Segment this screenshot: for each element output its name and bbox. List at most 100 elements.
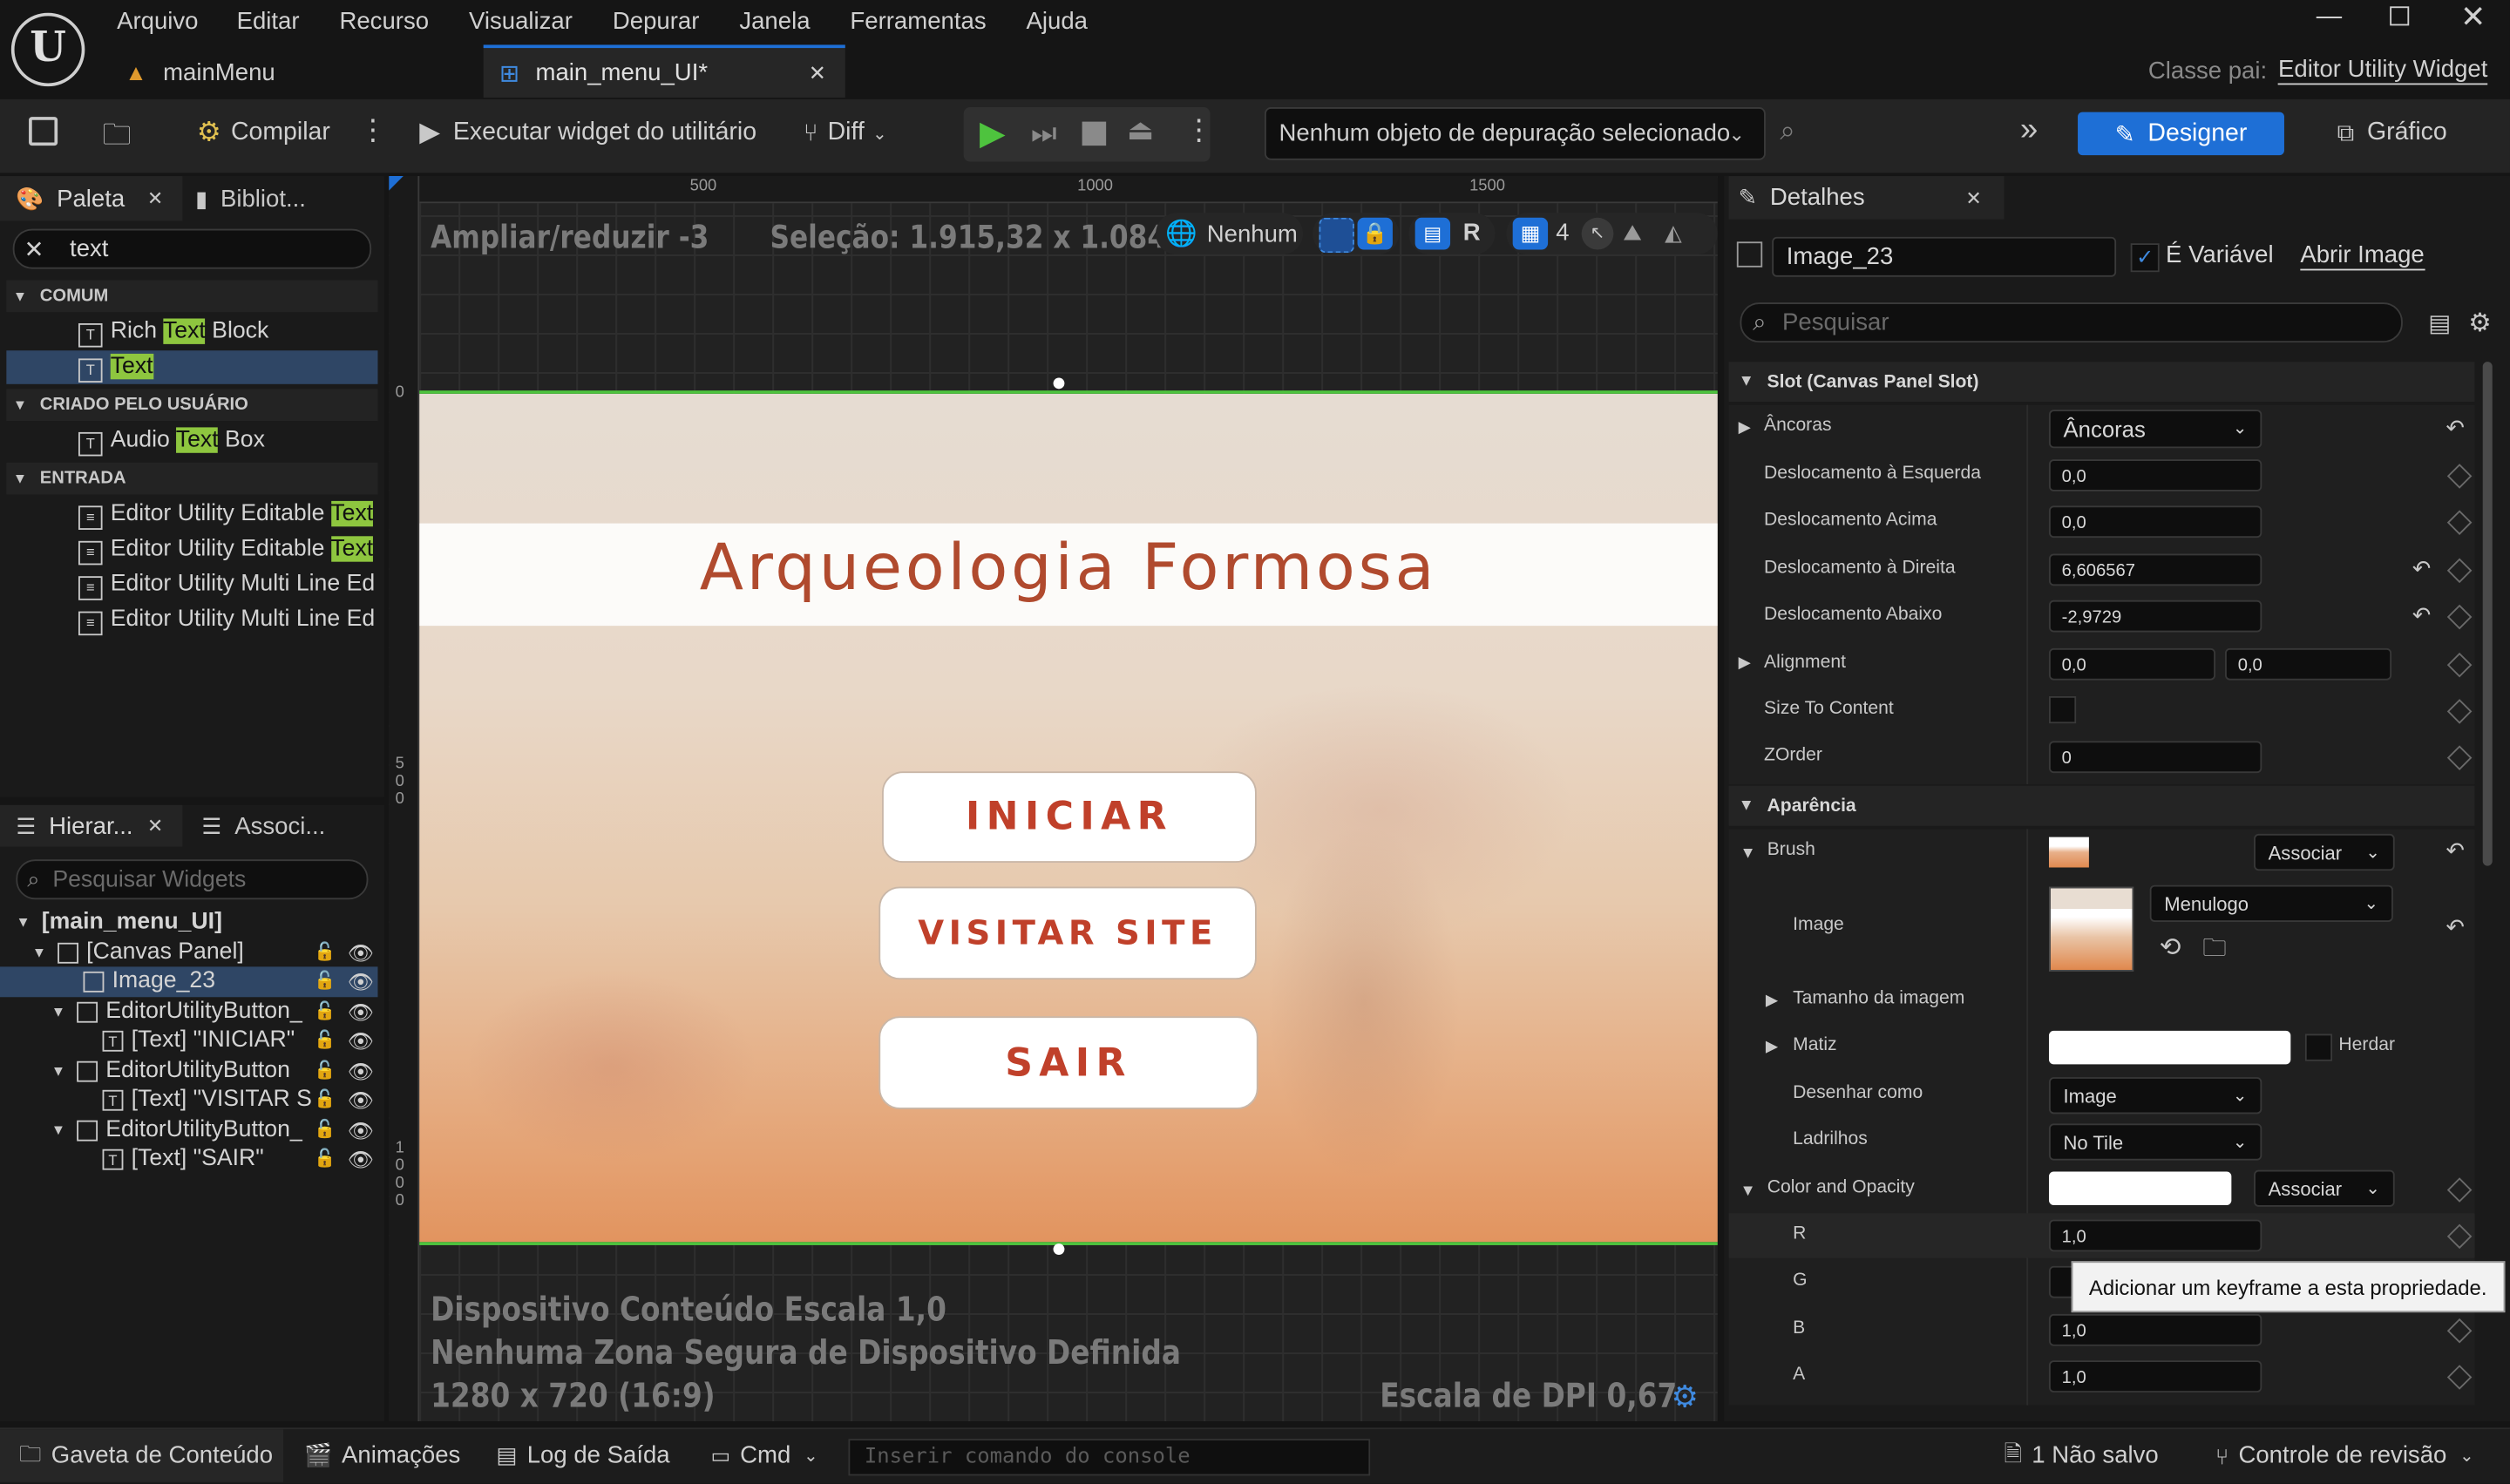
unsaved-button[interactable]: 🗎 1 Não salvo — [2005, 1429, 2159, 1482]
play-icon[interactable]: ▶ — [980, 113, 1006, 153]
reset-offset-bottom-icon[interactable]: ↶ — [2412, 602, 2432, 629]
dpi-settings-icon[interactable]: ⚙ — [1672, 1379, 1699, 1416]
grid-snap-icon[interactable]: ▦ — [1512, 217, 1549, 250]
palette-section-header[interactable]: ▼ ENTRADA — [6, 462, 378, 495]
settings-icon[interactable]: ⚙ — [2468, 308, 2491, 340]
expand-arrow-icon[interactable]: ▶ — [1739, 419, 1751, 437]
expand-arrow-icon[interactable]: ▼ — [1740, 1182, 1755, 1200]
details-scrollbar[interactable] — [2482, 362, 2493, 866]
exit-button[interactable]: SAIR — [878, 1016, 1258, 1109]
tint-color-swatch[interactable] — [2048, 1030, 2291, 1065]
hierarchy-item[interactable]: ▼ EditorUtilityButton_ 🔓 👁 — [0, 1115, 377, 1145]
parent-class-link[interactable]: Editor Utility Widget — [2277, 56, 2488, 85]
expand-toolbar-icon[interactable]: » — [2020, 112, 2038, 149]
palette-section-header[interactable]: ▼ CRIADO PELO USUÁRIO — [6, 389, 378, 422]
palette-item[interactable]: T Text — [6, 350, 378, 384]
palette-item[interactable]: ≡ Editor Utility Editable Text — [6, 498, 377, 532]
offset-left-input[interactable]: 0,0 — [2048, 459, 2262, 491]
size-to-content-checkbox[interactable] — [2048, 695, 2077, 724]
palette-search-input[interactable]: ✕ text — [12, 228, 372, 269]
step-icon[interactable]: ⏭ — [1031, 117, 1057, 151]
stop-icon[interactable] — [1082, 121, 1107, 146]
image-asset-dropdown[interactable]: Menulogo ⌄ — [2149, 884, 2393, 922]
lock-icon[interactable]: 🔒 — [1357, 217, 1393, 250]
debug-find-icon[interactable]: ⌕ — [1780, 115, 1795, 147]
designer-button[interactable]: ✎ Designer — [2078, 112, 2284, 156]
tab-mainmenu[interactable]: ▲ mainMenu — [125, 48, 275, 96]
save-icon[interactable] — [29, 117, 58, 146]
palette-item[interactable]: ≡ Editor Utility Multi Line Ed — [6, 603, 377, 637]
landscape-icon[interactable]: ⛰ — [1623, 220, 1642, 247]
top-handle[interactable] — [1053, 377, 1065, 390]
browse-icon[interactable]: 🗀 — [103, 115, 132, 163]
close-palette-icon[interactable]: ✕ — [147, 187, 163, 210]
r-input[interactable]: 1,0 — [2048, 1219, 2262, 1252]
alignment-x-input[interactable]: 0,0 — [2048, 647, 2215, 681]
reset-offset-right-icon[interactable]: ↶ — [2412, 555, 2432, 582]
is-variable-checkbox[interactable]: ✓ — [2130, 243, 2160, 273]
hierarchy-item[interactable]: T [Text] "SAIR" 🔓 👁 — [0, 1144, 377, 1175]
close-window-button[interactable]: ✕ — [2460, 0, 2486, 37]
details-search-input[interactable]: ⌕ Pesquisar — [1740, 302, 2403, 343]
section-appearance-header[interactable]: ▼ Aparência — [1728, 785, 2475, 826]
r-toggle[interactable]: R — [1463, 220, 1481, 247]
offset-bottom-input[interactable]: -2,9729 — [2048, 600, 2262, 633]
brush-bind-dropdown[interactable]: Associar ⌄ — [2254, 833, 2395, 871]
lock-icon[interactable]: 🔓 — [314, 1144, 336, 1175]
lock-icon[interactable]: 🔓 — [314, 996, 336, 1027]
browse-asset-icon[interactable]: 🗀 — [2202, 932, 2227, 972]
table-view-icon[interactable]: ▤ — [2428, 308, 2451, 337]
cmd-button[interactable]: ▭ Cmd ⌄ — [710, 1429, 817, 1482]
hierarchy-item[interactable]: T [Text] "VISITAR SI 🔓 👁 — [0, 1085, 377, 1115]
menu-edit[interactable]: Editar — [237, 7, 300, 34]
flip-icon[interactable]: ◭ — [1665, 220, 1682, 247]
zorder-input[interactable]: 0 — [2048, 741, 2262, 774]
palette-item[interactable]: T Audio Text Box — [6, 424, 377, 458]
use-selected-asset-icon[interactable]: ⟲ — [2160, 932, 2181, 964]
tab-palette[interactable]: 🎨 Paleta ✕ — [0, 176, 183, 221]
diff-button[interactable]: ⑂ Diff ⌄ — [804, 115, 887, 150]
menu-view[interactable]: Visualizar — [469, 7, 573, 34]
respect-locks-icon[interactable]: ▤ — [1414, 217, 1451, 250]
menu-tools[interactable]: Ferramentas — [850, 7, 986, 34]
palette-item[interactable]: ≡ Editor Utility Editable Text — [6, 533, 377, 567]
clear-search-icon[interactable]: ✕ — [24, 234, 44, 263]
bottom-handle[interactable] — [1053, 1243, 1065, 1255]
reset-image-icon[interactable]: ↶ — [2446, 914, 2465, 941]
draw-as-dropdown[interactable]: Image ⌄ — [2048, 1077, 2262, 1115]
expand-arrow-icon[interactable]: ▼ — [51, 1055, 65, 1086]
menu-asset[interactable]: Recurso — [339, 7, 429, 34]
tab-bindings[interactable]: ☰ Associ... — [201, 805, 325, 847]
tab-details[interactable]: ✎ Detalhes ✕ — [1728, 176, 2005, 220]
section-slot-header[interactable]: ▼ Slot (Canvas Panel Slot) — [1728, 362, 2475, 403]
tiling-dropdown[interactable]: No Tile ⌄ — [2048, 1123, 2262, 1161]
visibility-eye-icon[interactable]: 👁 — [348, 1055, 374, 1086]
expand-arrow-icon[interactable]: ▶ — [1739, 654, 1751, 672]
image-thumbnail[interactable] — [2048, 886, 2134, 972]
visit-site-button[interactable]: VISITAR SITE — [878, 886, 1257, 980]
expand-arrow-icon[interactable]: ▶ — [1766, 1039, 1778, 1056]
compile-button[interactable]: ⚙ Compilar — [197, 115, 330, 150]
expand-arrow-icon[interactable]: ▼ — [51, 1115, 65, 1145]
lock-icon[interactable]: 🔓 — [314, 966, 336, 997]
menu-window[interactable]: Janela — [739, 7, 810, 34]
menu-file[interactable]: Arquivo — [117, 7, 198, 34]
open-image-link[interactable]: Abrir Image — [2300, 241, 2425, 271]
reset-anchors-icon[interactable]: ↶ — [2446, 415, 2465, 442]
offset-right-input[interactable]: 6,606567 — [2048, 553, 2262, 586]
debug-object-select[interactable]: Nenhum objeto de depuração selecionado ⌄ — [1264, 107, 1766, 160]
lock-icon[interactable]: 🔓 — [314, 1115, 336, 1145]
hierarchy-item[interactable]: ▼ [main_menu_UI] — [0, 907, 377, 938]
tab-main-menu-ui[interactable]: ⊞ main_menu_UI* ✕ — [483, 44, 845, 98]
color-opacity-swatch[interactable] — [2048, 1171, 2232, 1206]
visibility-eye-icon[interactable]: 👁 — [348, 1115, 374, 1145]
expand-arrow-icon[interactable]: ▼ — [32, 937, 46, 967]
animations-button[interactable]: 🎬 Animações — [304, 1429, 460, 1482]
reset-brush-icon[interactable]: ↶ — [2446, 837, 2465, 864]
lock-icon[interactable]: 🔓 — [314, 1026, 336, 1056]
compile-options-icon[interactable]: ⋮ — [358, 113, 387, 147]
menu-debug[interactable]: Depurar — [613, 7, 700, 34]
palette-item[interactable]: T Rich Text Block — [6, 315, 377, 349]
restore-button[interactable] — [2390, 6, 2410, 26]
unreal-logo[interactable]: U — [10, 12, 85, 87]
